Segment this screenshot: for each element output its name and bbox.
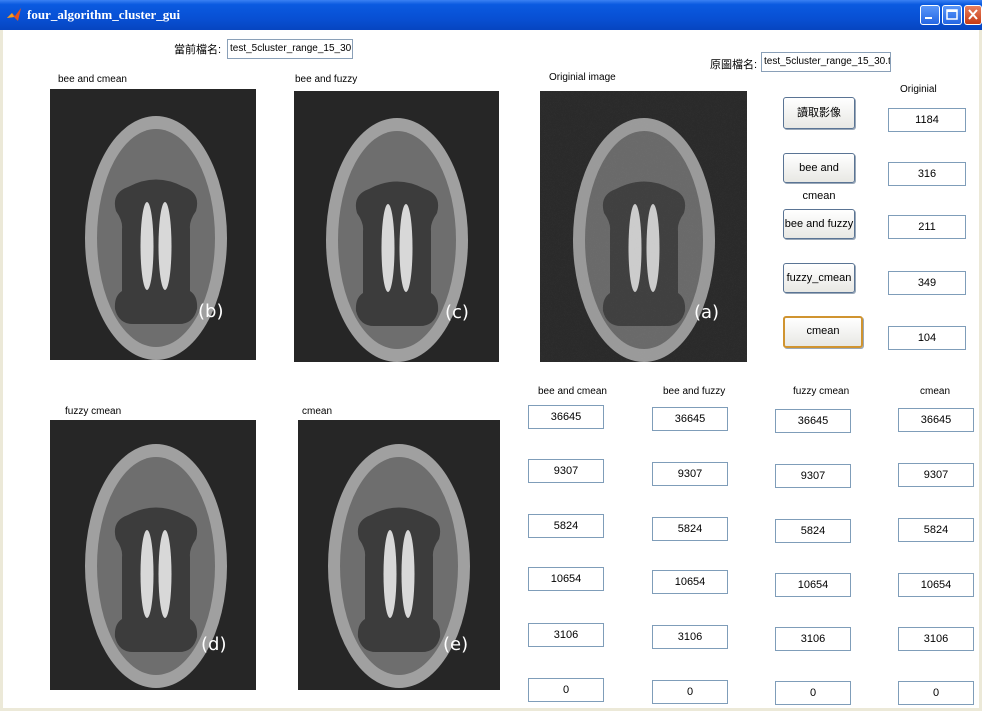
cluster-count-field[interactable]: 9307 xyxy=(775,464,851,488)
cluster-count-field[interactable]: 10654 xyxy=(528,567,604,591)
column-header-bee-fuzzy: bee and fuzzy xyxy=(663,386,726,397)
cluster-count-field[interactable]: 5824 xyxy=(528,514,604,538)
column-header-cmean: cmean xyxy=(920,386,951,397)
cluster-count-field[interactable]: 0 xyxy=(775,681,851,705)
phantom-image xyxy=(85,116,227,360)
original-file-field[interactable]: test_5cluster_range_15_30.tif xyxy=(761,52,891,72)
cluster-count-field[interactable]: 36645 xyxy=(652,407,728,431)
image-caption-a: (a) xyxy=(694,302,720,323)
cluster-count-field[interactable]: 5824 xyxy=(898,518,974,542)
maximize-button[interactable] xyxy=(942,5,962,25)
load-image-button[interactable]: 讀取影像 xyxy=(783,97,855,129)
cluster-count-field[interactable]: 9307 xyxy=(652,462,728,486)
image-title-bee-cmean: bee and cmean xyxy=(58,74,127,85)
bee-cmean-button[interactable]: bee and cmean xyxy=(783,153,855,202)
image-axes-bee-cmean xyxy=(50,89,256,360)
image-title-original: Originial image xyxy=(549,72,616,83)
cluster-count-field[interactable]: 10654 xyxy=(898,573,974,597)
fuzzy-cmean-button[interactable]: fuzzy_cmean xyxy=(783,263,855,293)
minimize-icon xyxy=(925,17,932,19)
close-icon xyxy=(968,9,978,20)
cluster-count-field[interactable]: 3106 xyxy=(775,627,851,651)
window-title: four_algorithm_cluster_gui xyxy=(27,7,181,22)
image-caption-c: (c) xyxy=(445,302,469,323)
cluster-count-field[interactable]: 0 xyxy=(898,681,974,705)
cluster-count-field[interactable]: 10654 xyxy=(775,573,851,597)
cluster-count-field[interactable]: 0 xyxy=(652,680,728,704)
cmean-button[interactable]: cmean xyxy=(783,316,863,348)
timing-header: Originial xyxy=(900,84,937,95)
cluster-count-field[interactable]: 0 xyxy=(528,678,604,702)
timing-original-field[interactable]: 1184 xyxy=(888,108,966,132)
current-file-field[interactable]: test_5cluster_range_15_30.tif xyxy=(227,39,353,59)
bee-fuzzy-button[interactable]: bee and fuzzy xyxy=(783,209,855,239)
cluster-count-field[interactable]: 5824 xyxy=(775,519,851,543)
image-caption-e: (e) xyxy=(443,634,469,655)
matlab-icon xyxy=(7,8,21,21)
cluster-count-field[interactable]: 5824 xyxy=(652,517,728,541)
cluster-count-field[interactable]: 3106 xyxy=(528,623,604,647)
column-header-bee-cmean: bee and cmean xyxy=(538,386,607,397)
timing-fuzzy-cmean-field[interactable]: 349 xyxy=(888,271,966,295)
minimize-button[interactable] xyxy=(920,5,940,25)
original-file-label: 原圖檔名: xyxy=(710,59,758,71)
column-header-fuzzy-cmean: fuzzy cmean xyxy=(793,386,850,397)
title-bar[interactable]: four_algorithm_cluster_gui xyxy=(0,0,982,30)
cluster-count-field[interactable]: 3106 xyxy=(898,627,974,651)
timing-bee-fuzzy-field[interactable]: 211 xyxy=(888,215,966,239)
phantom-image xyxy=(328,444,470,688)
cluster-count-field[interactable]: 10654 xyxy=(652,570,728,594)
timing-cmean-field[interactable]: 104 xyxy=(888,326,966,350)
image-title-cmean: cmean xyxy=(302,406,333,417)
cluster-count-field[interactable]: 9307 xyxy=(528,459,604,483)
image-caption-d: (d) xyxy=(201,634,227,655)
image-title-fuzzy-cmean: fuzzy cmean xyxy=(65,406,122,417)
current-file-label: 當前檔名: xyxy=(174,44,222,56)
timing-bee-cmean-field[interactable]: 316 xyxy=(888,162,966,186)
image-axes-cmean xyxy=(298,420,500,690)
cluster-count-field[interactable]: 9307 xyxy=(898,463,974,487)
cluster-count-field[interactable]: 36645 xyxy=(898,408,974,432)
close-button[interactable] xyxy=(964,5,982,25)
cluster-count-field[interactable]: 36645 xyxy=(528,405,604,429)
image-title-bee-fuzzy: bee and fuzzy xyxy=(295,74,358,85)
cluster-count-field[interactable]: 3106 xyxy=(652,625,728,649)
cluster-count-field[interactable]: 36645 xyxy=(775,409,851,433)
figure-client-area: 當前檔名: test_5cluster_range_15_30.tif 原圖檔名… xyxy=(3,30,979,708)
image-caption-b: (b) xyxy=(198,301,224,322)
maximize-icon xyxy=(946,9,958,20)
